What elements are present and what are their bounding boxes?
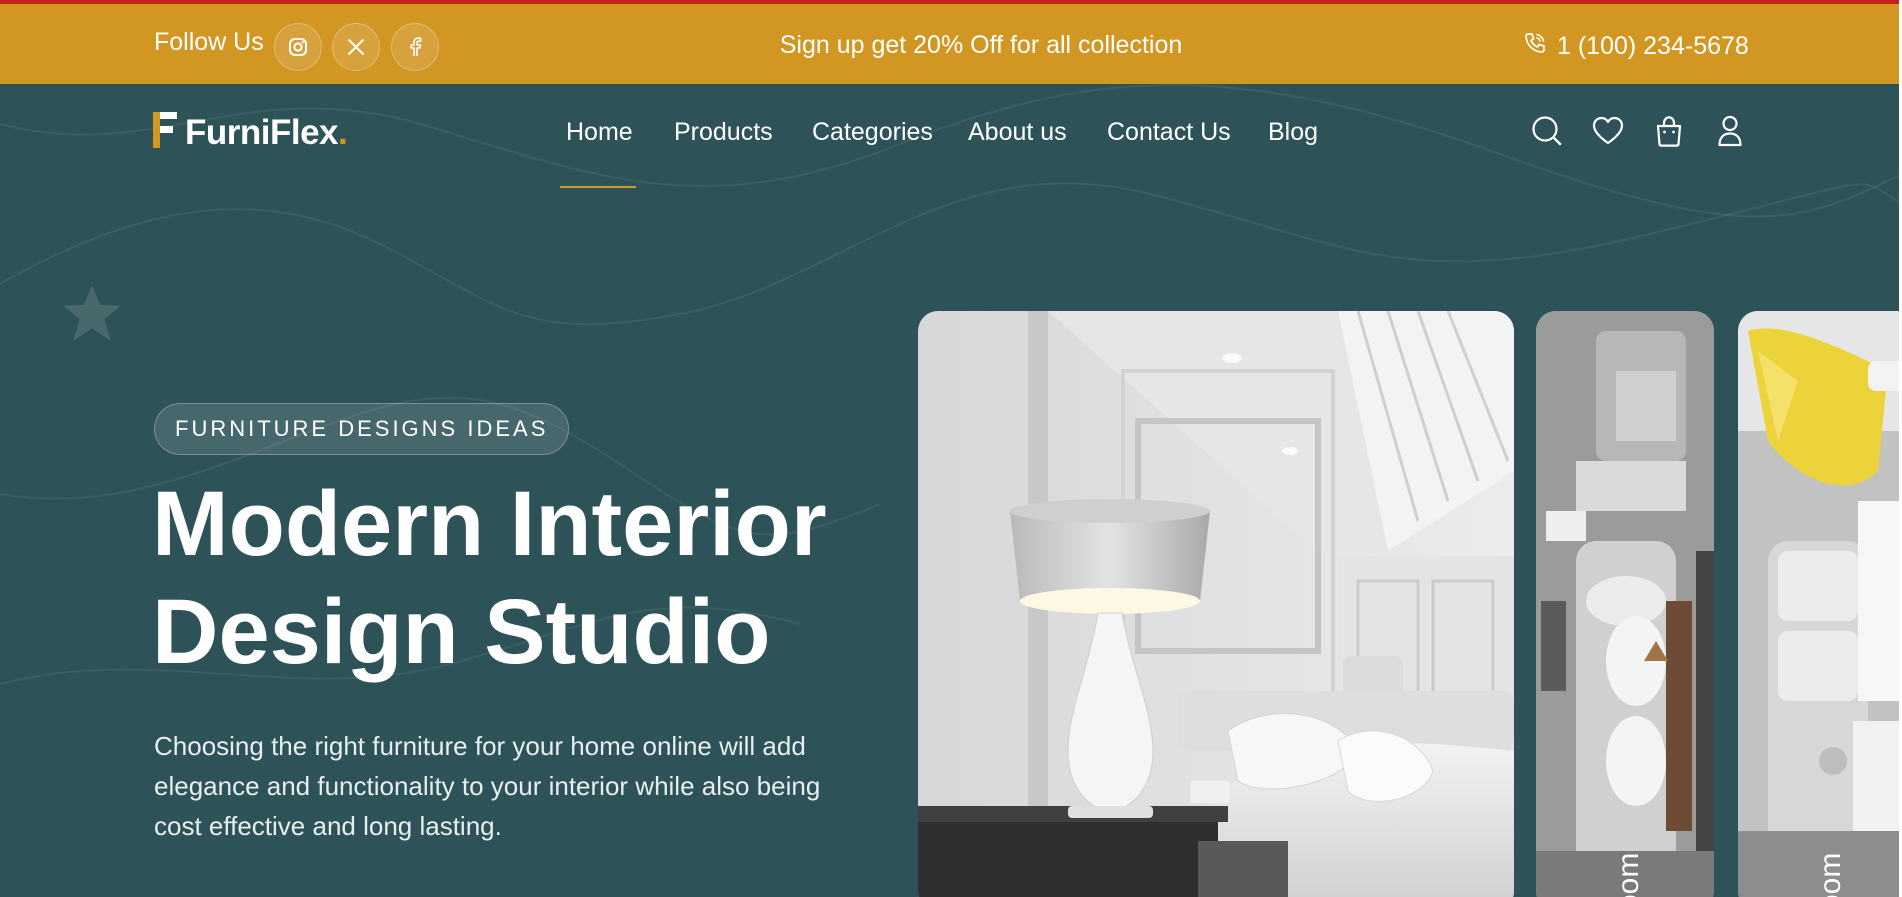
logo-text: FurniFlex [185,112,339,152]
hero-badge: FURNITURE DESIGNS IDEAS [154,403,570,455]
active-nav-underline [560,186,636,188]
phone-number: 1 (100) 234-5678 [1557,32,1749,60]
logo-mark-icon [153,112,177,153]
nav-item-home[interactable]: Home [566,118,633,147]
nav-item-about-us[interactable]: About us [968,118,1067,147]
hero-description: Choosing the right furniture for your ho… [154,731,821,841]
shopping-bag-icon[interactable] [1652,114,1686,148]
announcement-bar: Follow Us Sign up get 20% Off for all co… [0,0,1902,84]
living-room-card-label: oom [1612,852,1645,897]
star-decoration-icon [62,284,122,347]
nav-item-products[interactable]: Products [674,118,773,147]
hero-title-line-2: Design Studio [152,581,771,683]
user-icon[interactable] [1713,114,1747,148]
search-icon[interactable] [1530,114,1564,148]
phone-contact[interactable]: 1 (100) 234-5678 [1523,31,1749,62]
heart-icon[interactable] [1591,114,1625,148]
hero-image-lounge[interactable]: oom [1738,311,1902,897]
hero-image-bedroom[interactable] [918,311,1514,897]
hero-title-line-1: Modern Interior [152,473,827,575]
nav-item-contact-us[interactable]: Contact Us [1107,118,1231,147]
nav-item-blog[interactable]: Blog [1268,118,1318,147]
logo[interactable]: FurniFlex. [153,112,348,153]
logo-dot: . [338,112,348,152]
main-navigation: FurniFlex. Home Products Categories Abou… [0,84,1902,188]
phone-icon [1523,31,1547,62]
lounge-card-label: oom [1814,852,1847,897]
nav-item-categories[interactable]: Categories [812,118,933,147]
hero-title: Modern Interior Design Studio [152,470,912,686]
hero-image-living-room[interactable]: oom [1536,311,1714,897]
